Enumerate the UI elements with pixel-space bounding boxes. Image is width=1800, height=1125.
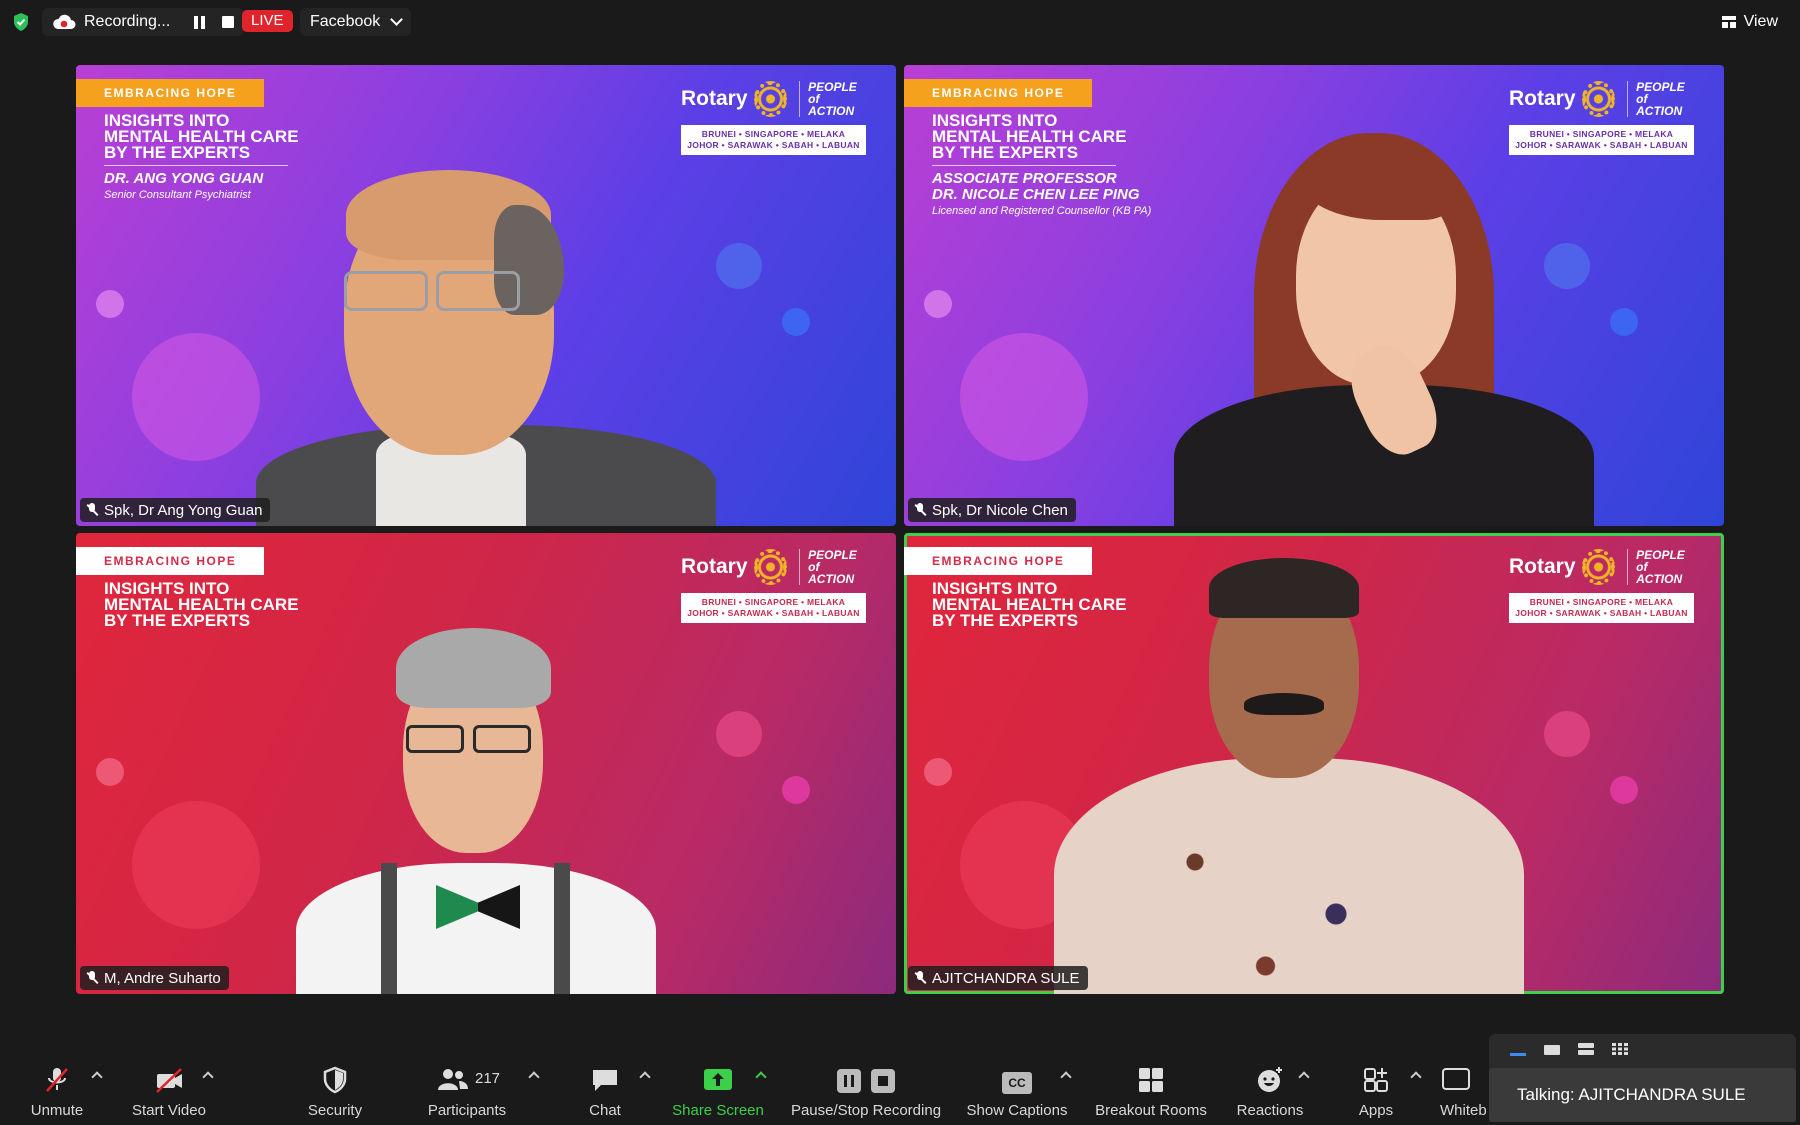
event-tag: EMBRACING HOPE: [904, 547, 1093, 575]
participant-count: 217: [475, 1070, 501, 1087]
breakout-rooms-icon: [1139, 1068, 1163, 1092]
chat-bubble-icon: [593, 1070, 617, 1091]
video-tile[interactable]: EMBRACING HOPE INSIGHTS INTO MENTAL HEALT…: [76, 65, 896, 526]
participant-name-tag: AJITCHANDRA SULE: [908, 966, 1088, 990]
view-button[interactable]: View: [1716, 8, 1784, 36]
talking-label: Talking: AJITCHANDRA SULE: [1489, 1068, 1796, 1122]
top-bar: Recording... LIVE Facebook View: [0, 0, 1800, 44]
video-tile[interactable]: EMBRACING HOPE INSIGHTS INTO MENTAL HEALT…: [76, 533, 896, 994]
muted-mic-icon: [46, 1068, 68, 1092]
strip-layout-icon[interactable]: [1577, 1042, 1595, 1056]
talking-indicator-panel: Talking: AJITCHANDRA SULE: [1489, 1034, 1796, 1122]
rotary-logo-text: Rotary: [681, 87, 748, 110]
event-title: INSIGHTS INTO MENTAL HEALTH CARE BY THE EX…: [932, 579, 1127, 630]
video-tile[interactable]: EMBRACING HOPE INSIGHTS INTO MENTAL HEALT…: [904, 65, 1724, 526]
pause-recording-icon[interactable]: [194, 15, 206, 29]
start-video-button[interactable]: Start Video: [124, 1057, 214, 1125]
speaker-layout-icon[interactable]: [1543, 1042, 1561, 1056]
participants-button[interactable]: 217 Participants: [420, 1057, 514, 1125]
rotary-logo-text: Rotary: [1509, 87, 1576, 110]
recording-status: Recording...: [42, 8, 245, 36]
people-of-action-logo: PEOPLE of ACTION: [799, 81, 866, 117]
video-tile-active-speaker[interactable]: EMBRACING HOPE INSIGHTS INTO MENTAL HEALT…: [904, 533, 1724, 994]
speaker-role: Senior Consultant Psychiatrist: [104, 189, 251, 201]
share-screen-button[interactable]: Share Screen: [668, 1057, 768, 1125]
stop-recording-icon[interactable]: [222, 16, 235, 28]
chat-options-caret[interactable]: [639, 1071, 651, 1083]
pause-stop-recording-button[interactable]: Pause/Stop Recording: [786, 1057, 946, 1125]
apps-options-caret[interactable]: [1410, 1071, 1422, 1083]
apps-button[interactable]: Apps: [1346, 1057, 1406, 1125]
chevron-down-icon: [390, 13, 404, 26]
chat-button[interactable]: Chat: [580, 1057, 630, 1125]
recording-controls-icons: [836, 1068, 896, 1094]
rotary-logo-text: Rotary: [1509, 555, 1576, 578]
view-label: View: [1743, 13, 1778, 30]
rotary-wheel-icon: [1581, 549, 1616, 585]
rotary-wheel-icon: [753, 81, 788, 117]
event-tag: EMBRACING HOPE: [76, 79, 265, 107]
participant-name-tag: Spk, Dr Ang Yong Guan: [80, 498, 271, 522]
pause-icon: [837, 1069, 861, 1093]
people-of-action-logo: PEOPLE of ACTION: [1627, 81, 1694, 117]
speaker-role: Licensed and Registered Counsellor (KB P…: [932, 205, 1152, 217]
live-badge[interactable]: LIVE: [242, 10, 293, 32]
clubs-banner: BRUNEI • SINGAPORE • MELAKA JOHOR • SARAW…: [681, 125, 866, 155]
breakout-rooms-button[interactable]: Breakout Rooms: [1090, 1057, 1212, 1125]
rotary-logo-text: Rotary: [681, 555, 748, 578]
participant-name-tag: M, Andre Suharto: [80, 966, 229, 990]
reactions-emoji-icon: [1258, 1067, 1282, 1092]
participants-icon: [438, 1069, 468, 1090]
layout-switcher[interactable]: [1509, 1042, 1629, 1056]
reactions-button[interactable]: Reactions: [1230, 1057, 1310, 1125]
event-title: INSIGHTS INTO MENTAL HEALTH CARE BY THE EX…: [104, 579, 299, 630]
rotary-brand: Rotary PEOPLE of ACTION BRUNEI • SINGAPOR…: [681, 79, 866, 157]
event-title: INSIGHTS INTO MENTAL HEALTH CARE BY THE EX…: [104, 111, 299, 162]
participant-name-tag: Spk, Dr Nicole Chen: [908, 498, 1076, 522]
divider: [104, 165, 288, 166]
people-of-action-logo: PEOPLE of ACTION: [1627, 549, 1694, 585]
cloud-recording-icon: [53, 14, 76, 29]
rotary-brand: Rotary PEOPLE of ACTION BRUNEI • SINGAPOR…: [1509, 79, 1694, 157]
unmute-button[interactable]: Unmute: [20, 1057, 94, 1125]
divider: [932, 165, 1116, 166]
share-screen-icon: [704, 1069, 732, 1090]
captions-cc-icon: CC: [1002, 1072, 1032, 1094]
view-grid-icon: [1721, 16, 1736, 28]
speaker-name: DR. ANG YONG GUAN: [104, 170, 264, 187]
show-captions-button[interactable]: CC Show Captions: [962, 1057, 1072, 1125]
live-stream-dropdown[interactable]: Facebook: [300, 8, 412, 36]
encryption-shield-icon[interactable]: [12, 12, 30, 32]
security-button[interactable]: Security: [300, 1057, 370, 1125]
stop-icon: [871, 1069, 895, 1093]
muted-mic-icon: [914, 971, 926, 985]
people-of-action-logo: PEOPLE of ACTION: [799, 549, 866, 585]
rotary-wheel-icon: [753, 549, 788, 585]
rotary-brand: Rotary PEOPLE of ACTION BRUNEI • SINGAPOR…: [1509, 547, 1694, 625]
recording-label: Recording...: [84, 13, 171, 30]
participants-options-caret[interactable]: [528, 1071, 540, 1083]
security-shield-icon: [323, 1066, 347, 1094]
gallery-layout-icon[interactable]: [1611, 1042, 1629, 1056]
minimize-layout-icon[interactable]: [1509, 1042, 1527, 1056]
video-off-icon: [156, 1068, 182, 1093]
event-tag: EMBRACING HOPE: [904, 79, 1093, 107]
event-title: INSIGHTS INTO MENTAL HEALTH CARE BY THE EX…: [932, 111, 1127, 162]
zoom-meeting-window: Recording... LIVE Facebook View EMBRACIN…: [0, 0, 1800, 1125]
event-tag: EMBRACING HOPE: [76, 547, 265, 575]
clubs-banner: BRUNEI • SINGAPORE • MELAKA JOHOR • SARAW…: [1509, 593, 1694, 623]
whiteboard-icon: [1442, 1068, 1470, 1090]
muted-mic-icon: [914, 503, 926, 517]
rotary-brand: Rotary PEOPLE of ACTION BRUNEI • SINGAPOR…: [681, 547, 866, 625]
clubs-banner: BRUNEI • SINGAPORE • MELAKA JOHOR • SARAW…: [681, 593, 866, 623]
muted-mic-icon: [86, 503, 98, 517]
apps-icon: [1364, 1068, 1388, 1092]
stream-target-label: Facebook: [310, 13, 381, 30]
rotary-wheel-icon: [1581, 81, 1616, 117]
speaker-name: ASSOCIATE PROFESSOR DR. NICOLE CHEN LEE P…: [932, 170, 1140, 203]
clubs-banner: BRUNEI • SINGAPORE • MELAKA JOHOR • SARAW…: [1509, 125, 1694, 155]
muted-mic-icon: [86, 971, 98, 985]
